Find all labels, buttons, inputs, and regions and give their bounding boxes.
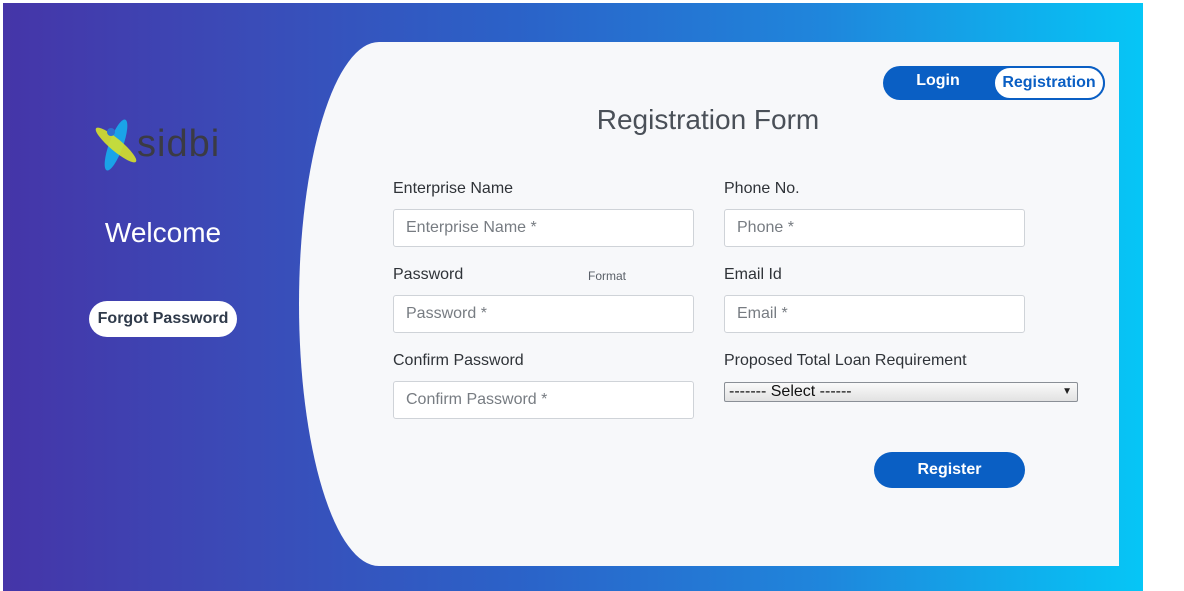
tab-registration[interactable]: Registration	[993, 66, 1105, 100]
email-input[interactable]	[724, 295, 1025, 333]
dropdown-arrow-icon: ▼	[1062, 386, 1072, 397]
register-button[interactable]: Register	[874, 452, 1025, 488]
logo-wordmark: sidbi	[137, 123, 221, 165]
phone-input[interactable]	[724, 209, 1025, 247]
enterprise-name-label: Enterprise Name	[393, 180, 514, 197]
sidbi-logo: sidbi	[91, 115, 241, 175]
email-label: Email Id	[724, 266, 782, 283]
password-label: Password	[393, 266, 464, 283]
sidbi-logo-icon	[95, 119, 137, 171]
confirm-password-input[interactable]	[393, 381, 694, 419]
loan-requirement-select[interactable]: ------- Select ------ ▼	[724, 382, 1078, 402]
forgot-password-button[interactable]: Forgot Password	[89, 301, 237, 337]
page-background: sidbi Welcome Forgot Password Login Regi…	[3, 3, 1143, 591]
login-registration-toggle: Login Registration	[883, 66, 1105, 100]
phone-label: Phone No.	[724, 180, 800, 197]
loan-requirement-selected-value: ------- Select ------	[729, 383, 852, 400]
welcome-heading: Welcome	[104, 217, 222, 248]
page-title: Registration Form	[596, 104, 820, 135]
password-input[interactable]	[393, 295, 694, 333]
confirm-password-label: Confirm Password	[393, 352, 524, 369]
tab-login[interactable]: Login	[883, 66, 993, 100]
password-format-link[interactable]: Format	[588, 269, 626, 283]
enterprise-name-input[interactable]	[393, 209, 694, 247]
left-panel: sidbi Welcome Forgot Password	[3, 3, 323, 591]
loan-requirement-label: Proposed Total Loan Requirement	[724, 352, 967, 369]
